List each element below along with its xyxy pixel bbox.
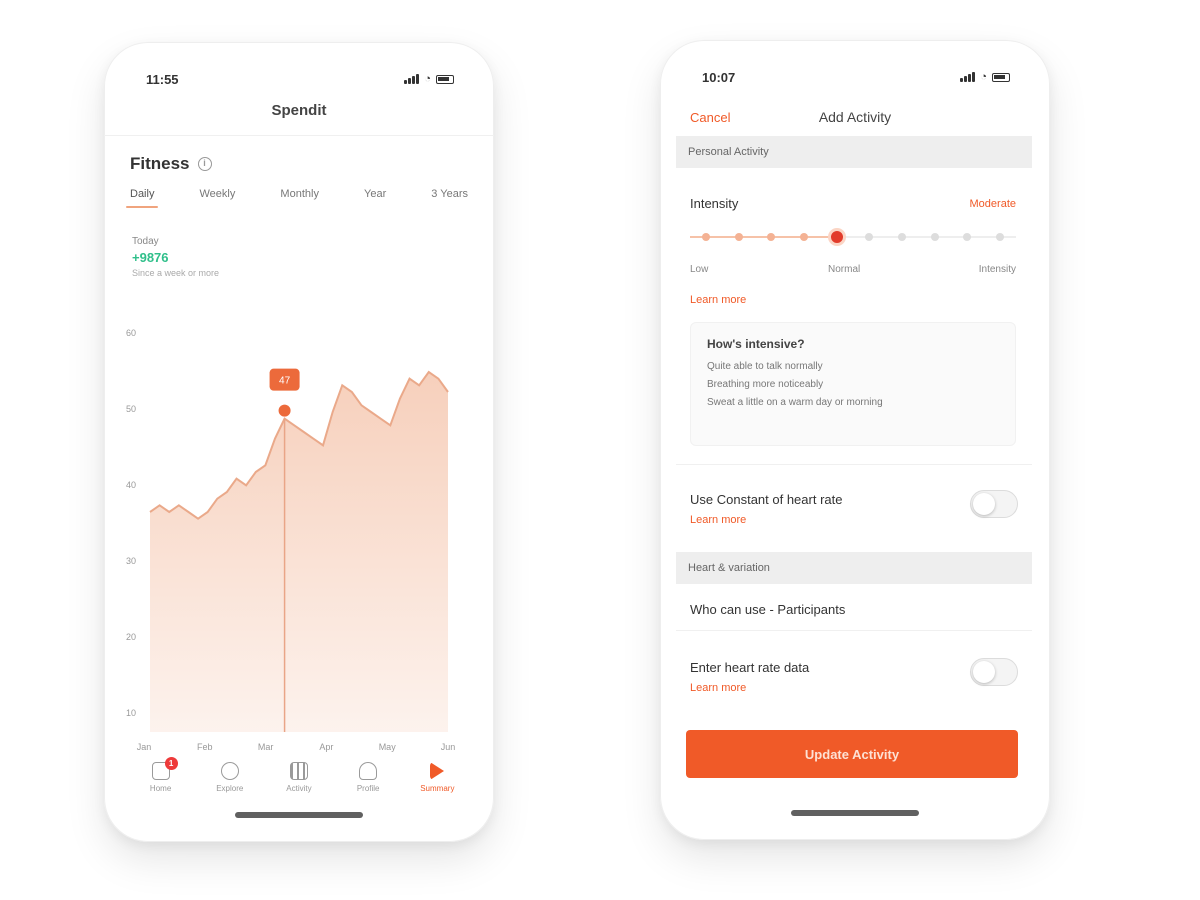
y-tick-label: 10 [126, 708, 136, 718]
highlight-point[interactable] [278, 404, 291, 417]
tab-label: Summary [420, 783, 455, 793]
hint-title: How's intensive? [707, 337, 805, 351]
phone-left-fitness-screen: 11:55 ◔ Spendit Fitness i Daily Weekly Mon… [104, 42, 494, 842]
summary-label: Today [132, 236, 159, 247]
scale-tick[interactable] [898, 233, 906, 241]
scale-tick[interactable] [963, 233, 972, 241]
scale-tick[interactable] [996, 233, 1004, 241]
hint-line: Sweat a little on a warm day or morning [707, 397, 883, 408]
status-bar: 10:07 ◔ [660, 40, 1050, 96]
y-tick-label: 50 [126, 404, 136, 414]
scale-fill [690, 236, 837, 238]
phone-right-add-activity-screen: 10:07 ◔ Cancel Add Activity Personal Act… [660, 40, 1050, 840]
wifi-icon: ◔ [980, 70, 987, 83]
activity-icon [289, 761, 308, 780]
x-tick-label: May [379, 742, 397, 752]
range-tab-monthly[interactable]: Monthly [276, 188, 323, 208]
signal-icon [404, 74, 420, 84]
range-tab-weekly[interactable]: Weekly [196, 188, 240, 208]
tab-summary[interactable]: Summary [411, 761, 463, 793]
scale-label-intensity: Intensity [978, 264, 1016, 275]
summary-subtitle: Since a week or more [132, 268, 220, 278]
tab-label: Activity [286, 783, 312, 793]
heart-rate-constant-toggle[interactable] [970, 490, 1018, 518]
hint-line: Quite able to talk normally [707, 361, 823, 372]
scale-label-normal: Normal [828, 264, 861, 275]
tab-home[interactable]: Home 1 [135, 756, 187, 793]
scale-tick[interactable] [865, 233, 874, 241]
nav-title: Spendit [104, 102, 494, 136]
intensity-learn-more-link[interactable]: Learn more [690, 294, 746, 306]
y-tick-label: 60 [126, 328, 136, 338]
chart-area-fill [150, 372, 448, 732]
scale-tick[interactable] [767, 233, 776, 241]
x-tick-label: Jan [137, 742, 152, 752]
x-tick-label: Feb [197, 742, 213, 752]
section-header-heart: Heart & variation [676, 552, 1032, 584]
heart-rate-data-learn-more[interactable]: Learn more [690, 682, 746, 694]
summary-icon [430, 761, 445, 780]
edit-nav-bar: Cancel Add Activity [660, 100, 1050, 134]
scale-knob[interactable] [827, 228, 846, 246]
status-icons: ◔ [960, 70, 1010, 83]
update-activity-button[interactable]: Update Activity [686, 730, 1018, 778]
heart-rate-constant-learn-more[interactable]: Learn more [690, 514, 746, 526]
metric-header: Fitness i [130, 154, 212, 174]
tab-label: Explore [216, 783, 244, 793]
intensity-label: Intensity [690, 196, 739, 211]
x-tick-label: Jun [441, 742, 456, 752]
x-tick-label: Mar [258, 742, 274, 752]
scale-tick[interactable] [930, 233, 939, 241]
status-time: 11:55 [146, 71, 179, 87]
range-tab-year[interactable]: Year [360, 188, 390, 208]
range-tab-3-years[interactable]: 3 Years [427, 188, 472, 208]
tab-label: Profile [356, 783, 380, 793]
summary-block: Today +9876 Since a week or more [132, 236, 219, 278]
intensity-scale[interactable] [690, 226, 1016, 248]
tab-explore[interactable]: Explore [204, 761, 256, 793]
wifi-icon: ◔ [424, 72, 431, 85]
explore-icon [220, 761, 239, 780]
status-time: 10:07 [702, 69, 736, 85]
scale-label-low: Low [690, 264, 709, 275]
metric-title: Fitness [130, 154, 190, 173]
intensity-hint-box: How's intensive? Quite able to talk norm… [690, 322, 1016, 446]
tab-label: Home [149, 783, 172, 793]
y-tick-label: 40 [126, 480, 136, 490]
highlight-tooltip-value: 47 [279, 376, 291, 387]
battery-icon [992, 72, 1010, 82]
tab-profile[interactable]: Profile [342, 761, 394, 793]
summary-value: +9876 [132, 250, 169, 265]
notification-badge: 1 [164, 756, 178, 770]
hint-line: Breathing more noticeably [707, 379, 824, 390]
y-tick-label: 30 [126, 556, 136, 566]
intensity-value[interactable]: Moderate [970, 198, 1016, 210]
y-tick-label: 20 [126, 632, 136, 642]
scale-tick[interactable] [800, 233, 808, 241]
heart-rate-data-toggle[interactable] [970, 658, 1018, 686]
divider [676, 464, 1032, 465]
bottom-tab-bar: Home 1 Explore Activity Profile Summary [104, 752, 494, 802]
battery-icon [436, 74, 454, 84]
scale-tick[interactable] [702, 233, 710, 241]
fitness-area-chart[interactable]: 60 50 40 30 20 10 47 Jan Feb Mar Apr May Jun [104, 302, 494, 792]
info-icon[interactable]: i [197, 157, 212, 171]
range-tabs: Daily Weekly Monthly Year 3 Years [126, 188, 472, 208]
home-indicator[interactable] [791, 810, 919, 816]
signal-icon [960, 72, 976, 82]
participants-row[interactable]: Who can use - Participants [690, 602, 845, 617]
home-indicator[interactable] [235, 812, 363, 818]
heart-rate-data-label: Enter heart rate data [690, 660, 810, 675]
heart-rate-constant-label: Use Constant of heart rate [690, 492, 843, 507]
status-bar: 11:55 ◔ [104, 42, 494, 98]
tab-activity[interactable]: Activity [273, 761, 325, 793]
cancel-button[interactable]: Cancel [690, 110, 730, 125]
divider [676, 630, 1032, 631]
profile-icon [359, 761, 378, 780]
x-tick-label: Apr [319, 742, 333, 752]
scale-tick[interactable] [734, 233, 743, 241]
range-tab-daily[interactable]: Daily [126, 188, 159, 208]
section-header-personal: Personal Activity [676, 136, 1032, 168]
status-icons: ◔ [404, 72, 454, 85]
